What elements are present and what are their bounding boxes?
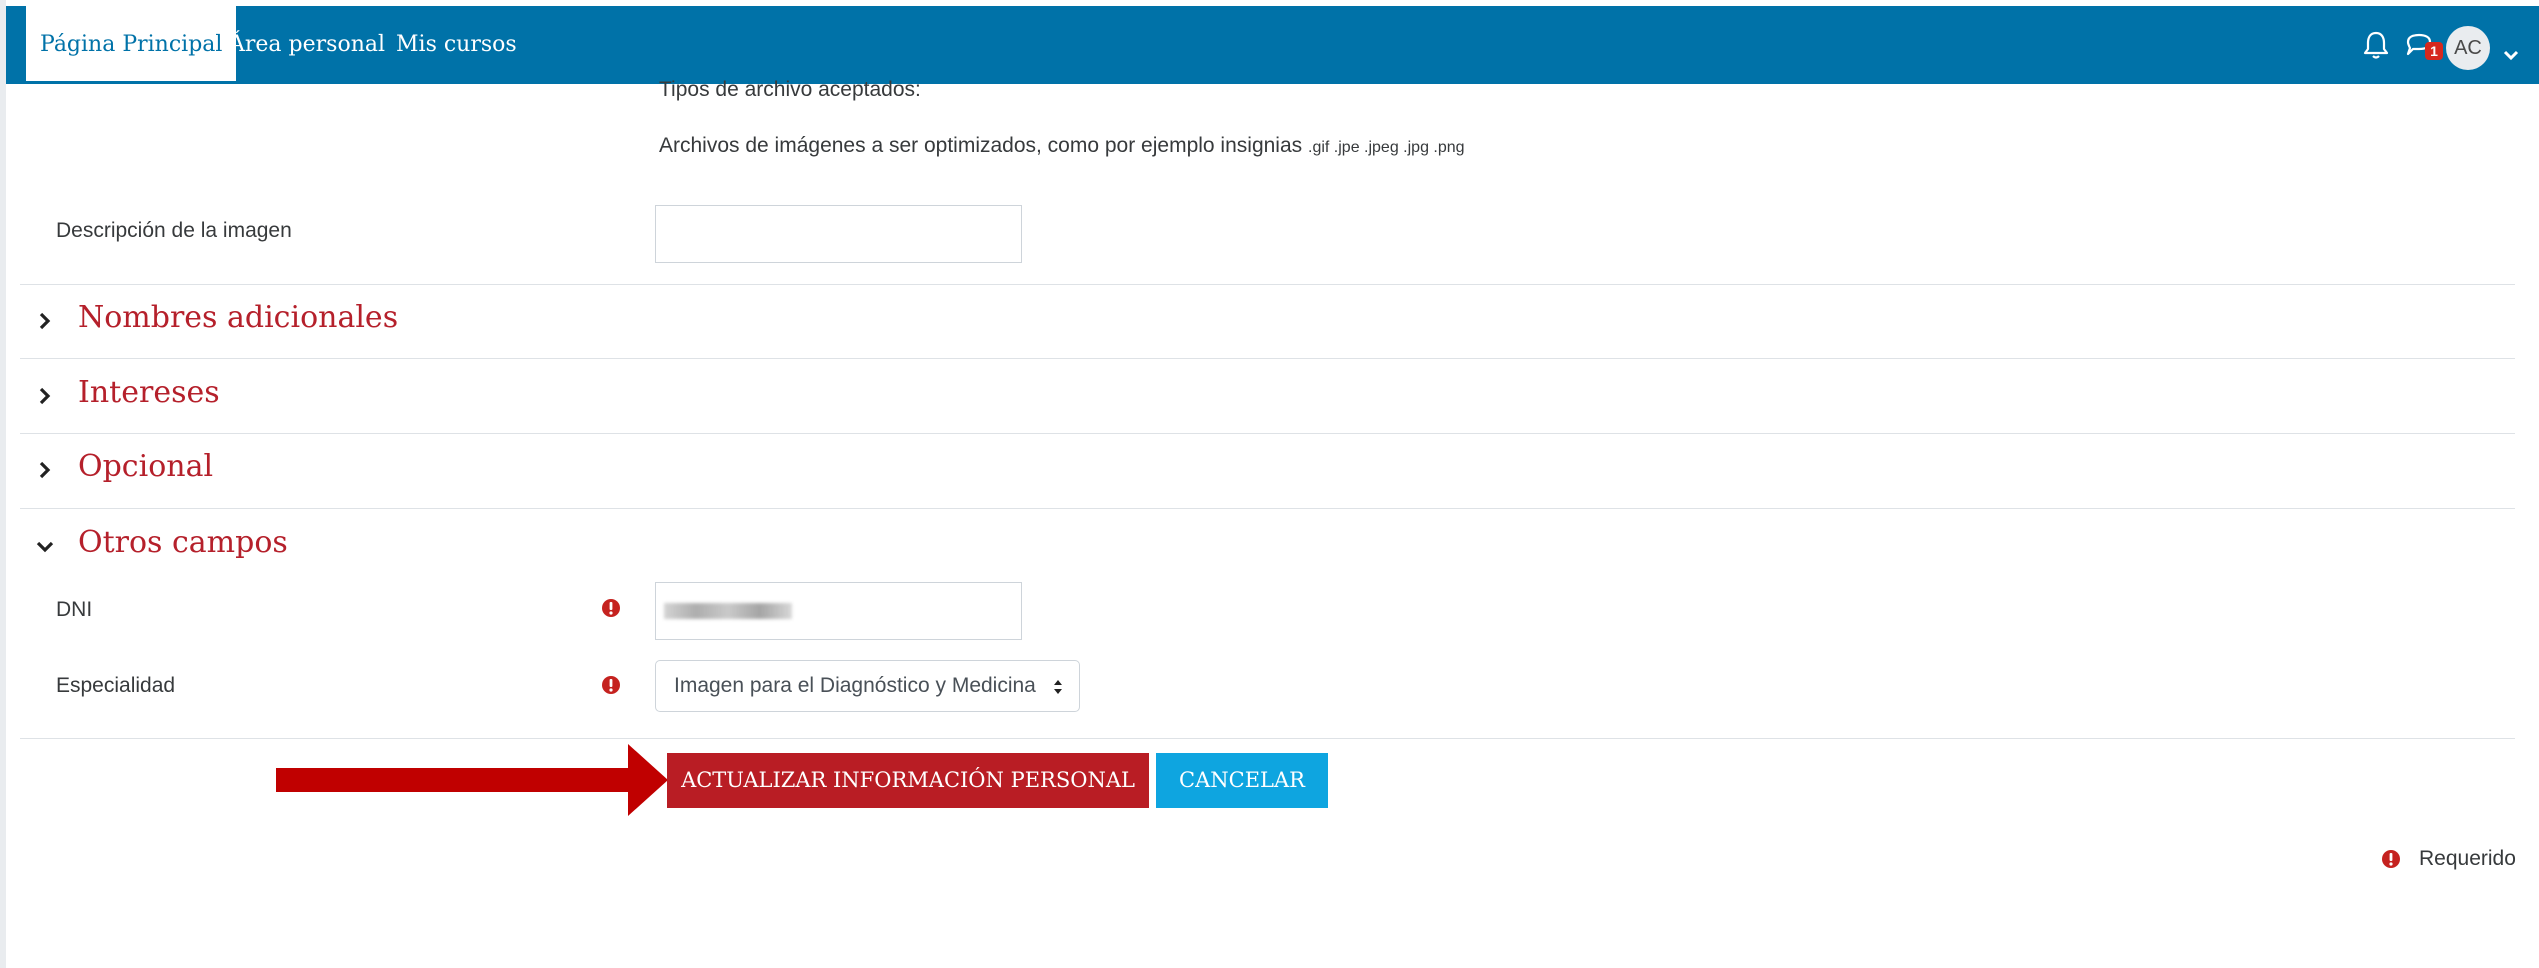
avatar[interactable]: AC [2446,26,2490,70]
file-types-text: Archivos de imágenes a ser optimizados, … [659,134,1303,157]
specialty-select[interactable]: Imagen para el Diagnóstico y Medicina [655,660,1080,712]
section-divider [20,508,2515,509]
dni-input[interactable] [655,582,1022,640]
bell-icon[interactable] [2362,28,2390,62]
chevron-right-icon[interactable] [34,459,56,481]
required-icon [602,599,620,617]
dni-label: DNI [56,598,93,621]
file-types-description: Archivos de imágenes a ser optimizados, … [659,134,1465,158]
required-icon [2382,850,2400,868]
section-divider [20,738,2515,739]
chevron-right-icon[interactable] [34,385,56,407]
annotation-arrow [276,744,668,816]
section-additional-names[interactable]: Nombres adicionales [78,300,398,335]
blurred-dni-value [664,603,792,619]
messages-count-badge: 1 [2425,42,2443,60]
nav-my-courses-link[interactable]: Mis cursos [396,6,517,84]
section-other-fields[interactable]: Otros campos [78,525,288,560]
required-icon [602,676,620,694]
required-legend-label: Requerido [2419,847,2516,870]
file-extensions: .gif .jpe .jpeg .jpg .png [1308,139,1465,156]
nav-home-link[interactable]: Página Principal [26,6,237,84]
top-navbar: Página Principal Área personal Mis curso… [6,6,2539,84]
section-divider [20,284,2515,285]
update-profile-button[interactable]: ACTUALIZAR INFORMACIÓN PERSONAL [667,753,1149,808]
cancel-button[interactable]: CANCELAR [1156,753,1328,808]
chevron-down-icon[interactable] [2502,38,2520,72]
chevron-down-icon[interactable] [34,536,56,558]
specialty-selected-value: Imagen para el Diagnóstico y Medicina [674,674,1036,697]
specialty-label: Especialidad [56,674,176,697]
section-optional[interactable]: Opcional [78,449,213,484]
section-divider [20,358,2515,359]
page: Página Principal Área personal Mis curso… [0,0,2539,968]
chevron-right-icon[interactable] [34,310,56,332]
section-interests[interactable]: Intereses [78,375,220,410]
select-arrows-icon [1054,680,1062,694]
image-description-input[interactable] [655,205,1022,263]
accepted-types-label: Tipos de archivo aceptados: [659,78,921,101]
nav-personal-area-link[interactable]: Área personal [229,6,385,84]
section-divider [20,433,2515,434]
window-edge [0,0,6,968]
image-description-label: Descripción de la imagen [56,219,292,242]
